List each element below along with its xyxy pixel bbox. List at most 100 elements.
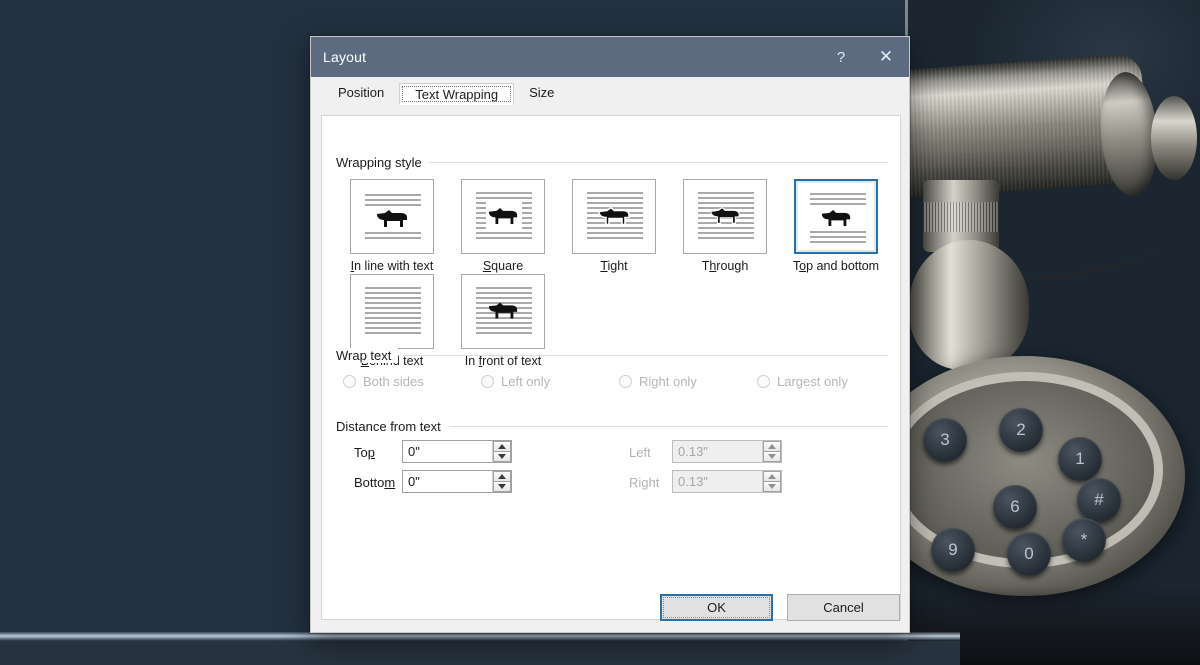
dog-icon (820, 208, 852, 228)
wrap-text-group-label: Wrap text (336, 348, 398, 363)
input-right-distance[interactable]: 0.13" (672, 470, 782, 493)
radio-indicator (481, 375, 494, 388)
radio-indicator (619, 375, 632, 388)
help-icon[interactable]: ? (819, 37, 863, 77)
input-value: 0.13" (673, 441, 762, 462)
input-value: 0" (403, 471, 492, 492)
text-wrapping-panel: Wrapping style In line with text (321, 115, 901, 620)
wrap-option-square[interactable]: Square (447, 179, 559, 273)
tab-focus-outline (402, 86, 511, 102)
radio-label: Largest only (777, 374, 848, 389)
radio-indicator (757, 375, 770, 388)
dog-icon (487, 300, 519, 321)
layout-dialog: Layout ? ✕ Position Text Wrapping Size W… (310, 36, 910, 633)
wrap-option-thumbnail (461, 179, 545, 254)
wrap-option-tight[interactable]: Tight (558, 179, 670, 273)
distance-from-text-group-rule (449, 426, 888, 427)
spinner-down-button[interactable] (493, 452, 511, 462)
phone-key-label: 2 (1016, 420, 1025, 439)
tab-position[interactable]: Position (323, 82, 399, 104)
wrap-option-label: Tight (558, 259, 670, 273)
spinner-up-button[interactable] (493, 441, 511, 452)
radio-label: Left only (501, 374, 550, 389)
radio-right-only[interactable]: Right only (619, 374, 697, 389)
spinner-buttons (492, 471, 511, 492)
phone-key-0: 0 (1007, 532, 1051, 576)
phone-key-hash: # (1077, 478, 1121, 522)
wrap-option-thumbnail (572, 179, 656, 254)
desktop-lower-band (0, 641, 960, 665)
title-bar-buttons: ? ✕ (819, 37, 909, 77)
phone-key-3: 3 (923, 418, 967, 462)
wrap-option-thumbnail (794, 179, 878, 254)
phone-key-2: 2 (999, 408, 1043, 452)
spinner-up-button[interactable] (493, 471, 511, 482)
radio-largest-only[interactable]: Largest only (757, 374, 848, 389)
chevron-up-icon (768, 444, 776, 449)
dialog-tabstrip: Position Text Wrapping Size (311, 77, 909, 104)
close-icon[interactable]: ✕ (863, 37, 909, 77)
label-bottom: Bottom (354, 475, 395, 490)
wrapping-style-group-label: Wrapping style (336, 155, 429, 170)
radio-both-sides[interactable]: Both sides (343, 374, 424, 389)
dog-icon (709, 205, 741, 226)
phone-key-label: * (1081, 530, 1088, 549)
input-bottom-distance[interactable]: 0" (402, 470, 512, 493)
phone-neck-rings (923, 202, 999, 232)
wrap-option-through[interactable]: Through (669, 179, 781, 273)
wrap-option-label: In line with text (336, 259, 448, 273)
spinner-down-button[interactable] (763, 482, 781, 492)
wrap-option-top-and-bottom[interactable]: Top and bottom (780, 179, 892, 273)
wrap-option-label: Through (669, 259, 781, 273)
tab-label: Position (338, 85, 384, 100)
button-label: Cancel (823, 600, 863, 615)
wrap-option-label: Square (447, 259, 559, 273)
button-focus-outline (663, 597, 770, 618)
spinner-down-button[interactable] (763, 452, 781, 462)
input-value: 0" (403, 441, 492, 462)
spinner-up-button[interactable] (763, 441, 781, 452)
distance-from-text-group-label: Distance from text (336, 419, 448, 434)
wrap-option-label: Top and bottom (780, 259, 892, 273)
radio-label: Both sides (363, 374, 424, 389)
tab-size[interactable]: Size (514, 82, 569, 104)
wrap-option-thumbnail (461, 274, 545, 349)
wrap-option-in-line-with-text[interactable]: In line with text (336, 179, 448, 273)
phone-key-9: 9 (931, 528, 975, 572)
input-value: 0.13" (673, 471, 762, 492)
spinner-buttons (762, 471, 781, 492)
chevron-up-icon (768, 474, 776, 479)
spinner-down-button[interactable] (493, 482, 511, 492)
label-left: Left (629, 445, 651, 460)
tab-text-wrapping[interactable]: Text Wrapping (399, 83, 514, 105)
screen: 3 2 1 # * 6 9 0 Layout ? ✕ Position Text… (0, 0, 1200, 665)
cancel-button[interactable]: Cancel (787, 594, 900, 621)
phone-key-label: 9 (948, 540, 957, 559)
phone-key-1: 1 (1058, 437, 1102, 481)
dog-icon (487, 206, 519, 226)
radio-indicator (343, 375, 356, 388)
input-left-distance[interactable]: 0.13" (672, 440, 782, 463)
chevron-up-icon (498, 444, 506, 449)
label-top: Top (354, 445, 375, 460)
phone-base-dome (909, 240, 1029, 370)
wrapping-style-group-rule (424, 162, 888, 163)
ok-button[interactable]: OK (660, 594, 773, 621)
phone-key-label: 3 (940, 430, 949, 449)
wrap-text-group-rule (403, 355, 888, 356)
label-right: Right (629, 475, 659, 490)
radio-left-only[interactable]: Left only (481, 374, 550, 389)
radio-label: Right only (639, 374, 697, 389)
phone-key-label: 6 (1010, 497, 1019, 516)
spinner-buttons (492, 441, 511, 462)
spinner-up-button[interactable] (763, 471, 781, 482)
wrap-option-in-front-of-text[interactable]: In front of text (447, 274, 559, 368)
phone-key-6: 6 (993, 485, 1037, 529)
phone-key-star: * (1062, 518, 1106, 562)
dialog-title-bar: Layout ? ✕ (311, 37, 909, 77)
dog-icon (375, 208, 409, 229)
input-top-distance[interactable]: 0" (402, 440, 512, 463)
wrap-option-thumbnail (683, 179, 767, 254)
dog-icon (597, 205, 631, 227)
dialog-title: Layout (323, 49, 366, 65)
